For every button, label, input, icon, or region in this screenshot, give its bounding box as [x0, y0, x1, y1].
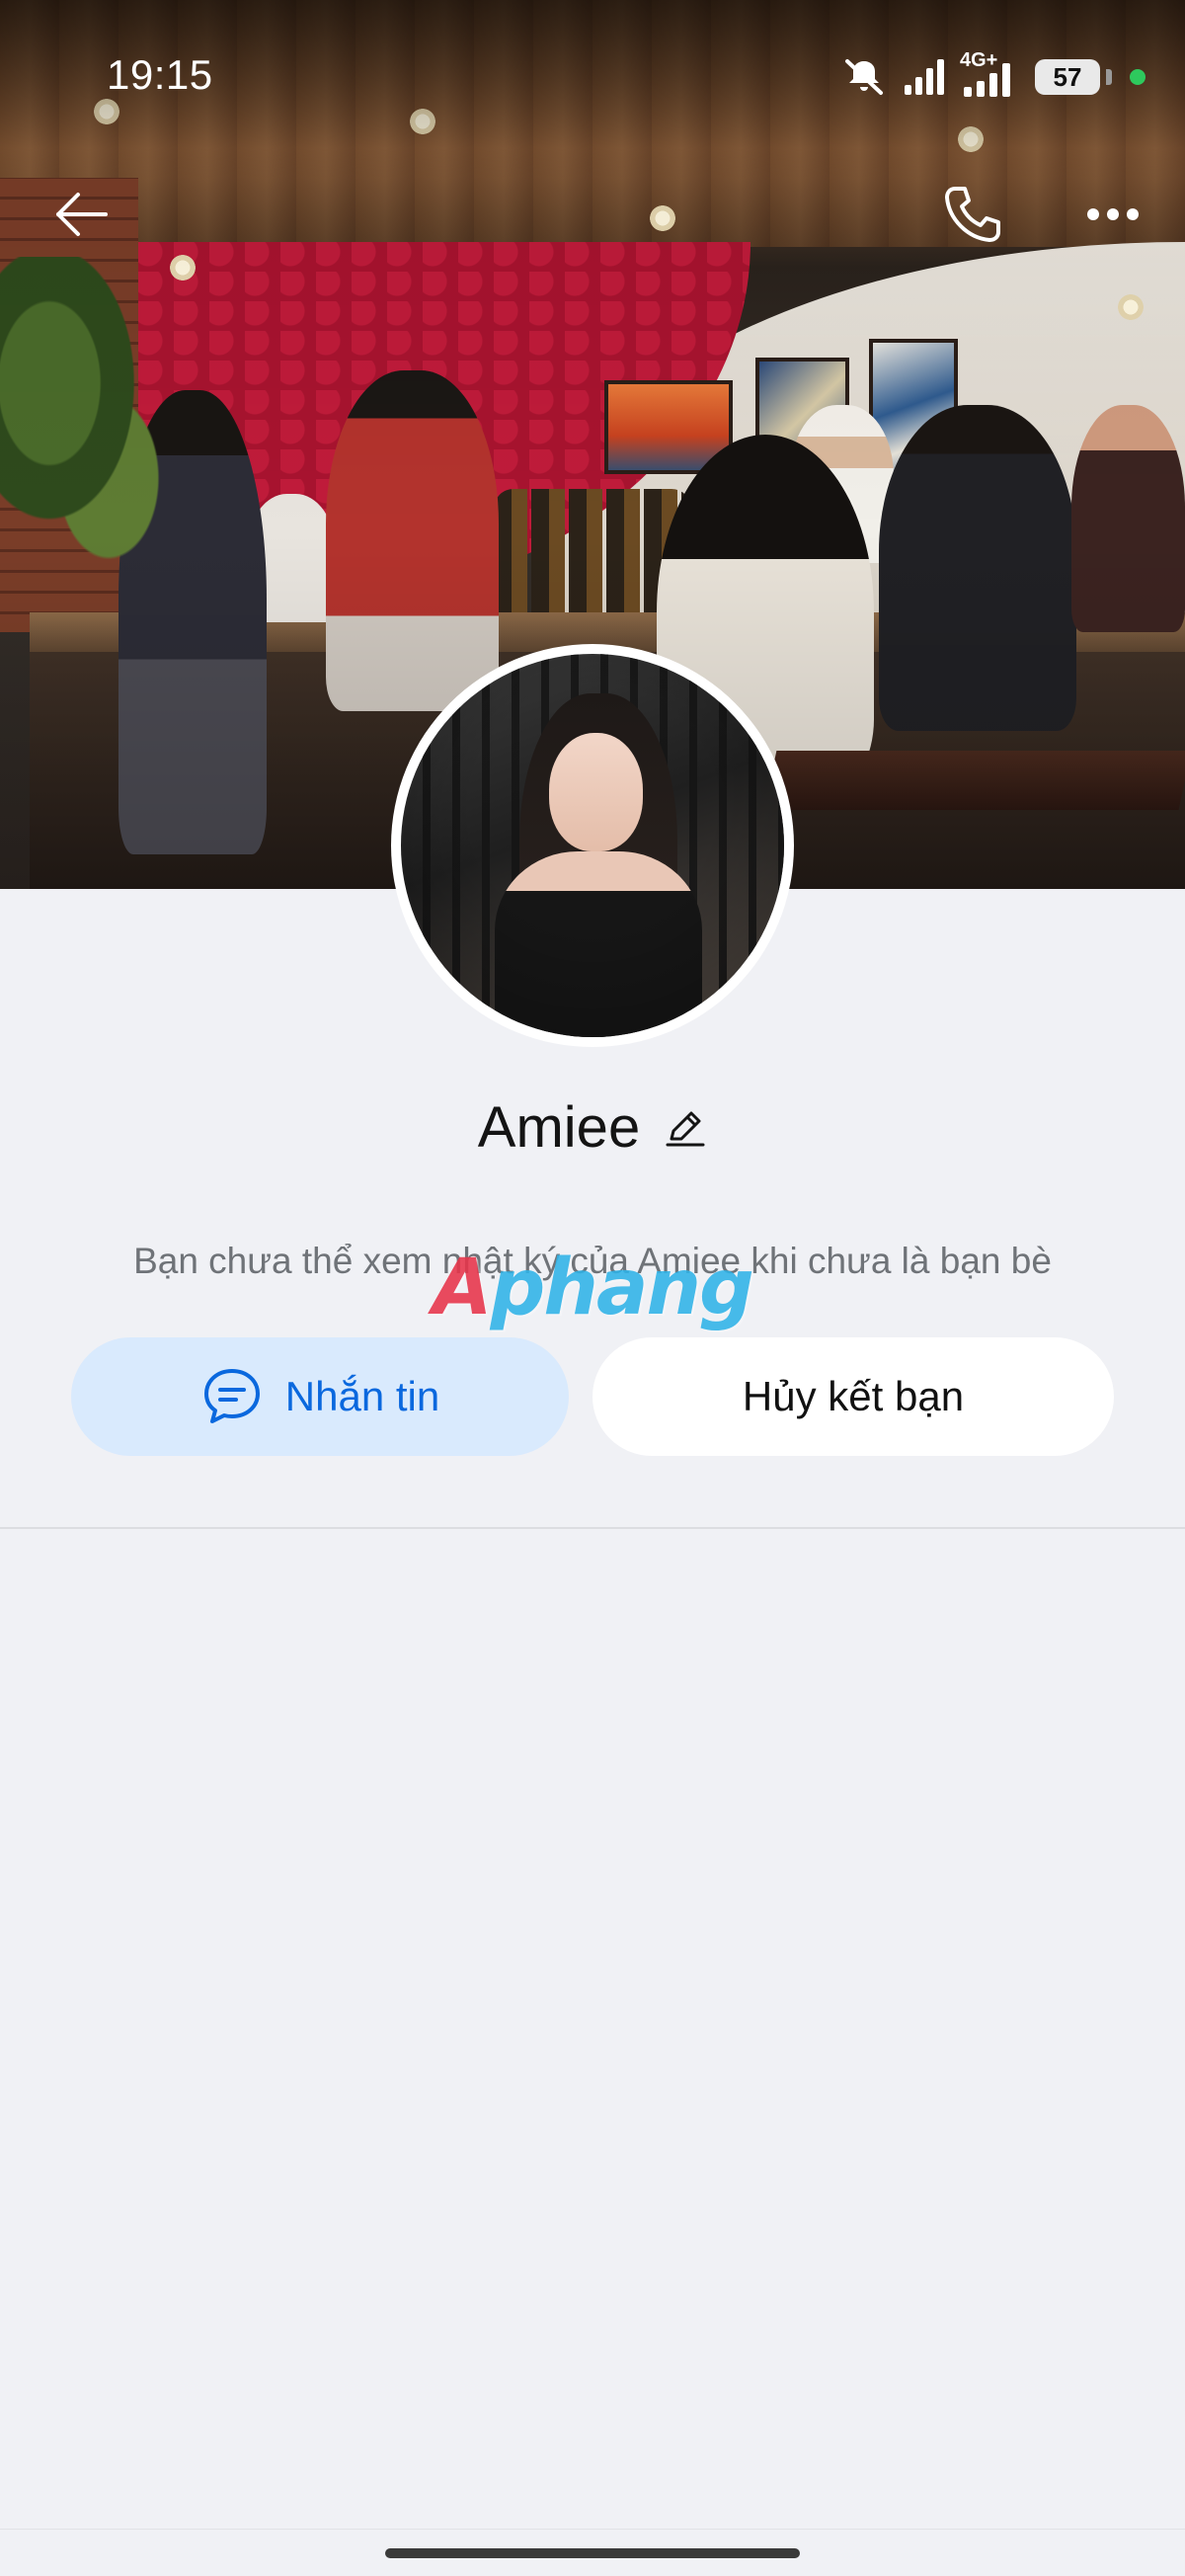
profile-page: 19:15 4G+ 57 Amiee Bạn chưa thể xem nhật… — [0, 0, 1185, 2576]
section-divider — [0, 1527, 1185, 1529]
message-button-label: Nhắn tin — [284, 1373, 440, 1419]
arrow-left-icon — [56, 193, 108, 236]
avatar[interactable] — [391, 644, 794, 1047]
home-indicator[interactable] — [385, 2548, 800, 2558]
watermark-logo: Aphang — [433, 1244, 754, 1332]
avatar-image — [401, 654, 784, 1037]
message-button[interactable]: Nhắn tin — [71, 1337, 569, 1456]
status-icons: 4G+ 57 — [839, 49, 1146, 99]
mute-icon — [839, 57, 889, 97]
battery-level: 57 — [1053, 61, 1082, 92]
signal-icon — [903, 57, 946, 97]
privacy-dot-icon — [1130, 69, 1146, 85]
phone-icon — [945, 187, 1000, 242]
battery-icon: 57 — [1035, 59, 1112, 95]
more-button[interactable] — [1068, 170, 1157, 259]
bottom-divider — [0, 2529, 1185, 2530]
profile-name-row: Amiee — [0, 1091, 1185, 1163]
pencil-icon[interactable] — [664, 1105, 707, 1149]
call-button[interactable] — [928, 170, 1017, 259]
chat-bubble-icon — [203, 1369, 260, 1423]
status-time: 19:15 — [107, 51, 213, 98]
unfriend-button[interactable]: Hủy kết bạn — [592, 1337, 1114, 1456]
4g-signal-icon: 4G+ — [960, 49, 1021, 99]
status-bar: 19:15 4G+ 57 — [0, 0, 1185, 158]
unfriend-button-label: Hủy kết bạn — [742, 1373, 965, 1419]
more-horizontal-icon — [1087, 208, 1139, 220]
back-button[interactable] — [38, 170, 126, 259]
profile-name: Amiee — [477, 1094, 641, 1160]
